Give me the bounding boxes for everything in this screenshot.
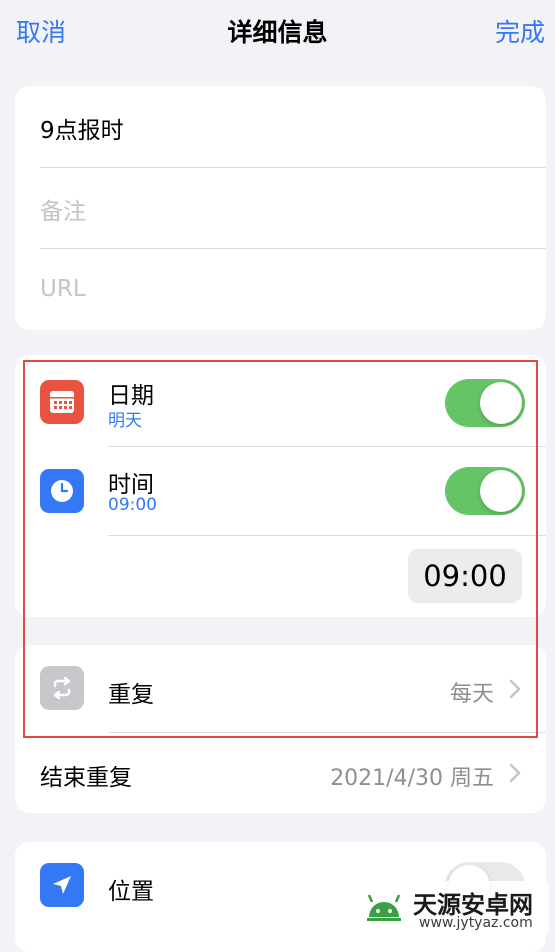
title-field[interactable]: 9点报时: [40, 111, 124, 145]
android-logo-icon: [367, 894, 401, 921]
repeat-label[interactable]: 重复: [108, 675, 154, 709]
repeat-card: 重复 每天 结束重复 2021/4/30 周五: [15, 645, 546, 813]
date-value[interactable]: 明天: [108, 406, 142, 431]
date-time-card: 日期 明天 时间 09:00 09:00: [15, 355, 546, 617]
toggle-knob: [480, 470, 522, 512]
divider: [40, 167, 546, 168]
divider: [40, 248, 546, 249]
toggle-knob: [480, 382, 522, 424]
location-label: 位置: [108, 879, 154, 905]
end-repeat-label[interactable]: 结束重复: [40, 758, 132, 792]
page-title: 详细信息: [227, 18, 328, 47]
chevron-right-icon: [509, 763, 521, 783]
watermark: 天源安卓网 www.jytyaz.com: [355, 881, 549, 935]
clock-icon: [40, 469, 84, 513]
time-value[interactable]: 09:00: [108, 495, 157, 515]
divider: [108, 446, 546, 447]
repeat-value[interactable]: 每天: [450, 676, 494, 708]
repeat-icon: [40, 666, 84, 710]
time-picker-button[interactable]: 09:00: [408, 549, 522, 603]
navigation-bar: 取消 详细信息 完成: [0, 0, 555, 62]
url-field[interactable]: URL: [40, 276, 86, 302]
time-toggle[interactable]: [445, 467, 525, 515]
divider: [108, 535, 546, 536]
date-label: 日期: [108, 383, 154, 409]
done-button[interactable]: 完成: [495, 13, 545, 49]
details-fields-card: 9点报时 备注 URL: [15, 86, 546, 330]
date-toggle[interactable]: [445, 379, 525, 427]
notes-field[interactable]: 备注: [40, 192, 86, 226]
time-label: 时间: [108, 472, 154, 498]
watermark-url: www.jytyaz.com: [419, 915, 533, 931]
divider: [108, 732, 546, 733]
chevron-right-icon: [509, 679, 521, 699]
calendar-icon: [40, 380, 84, 424]
location-arrow-icon: [40, 863, 84, 907]
end-repeat-value[interactable]: 2021/4/30 周五: [330, 760, 494, 792]
